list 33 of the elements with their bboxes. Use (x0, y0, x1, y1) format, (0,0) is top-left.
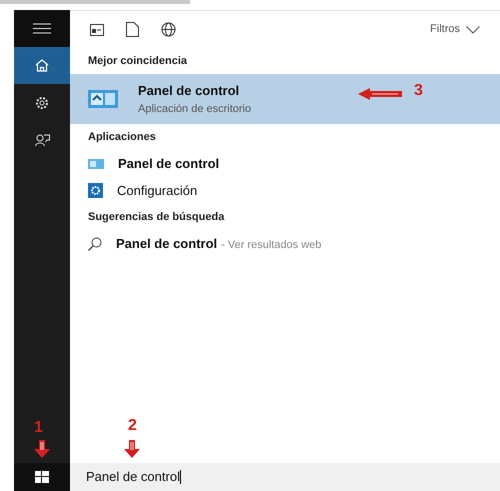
search-field[interactable]: Panel de control (70, 463, 500, 491)
windows-icon (35, 471, 49, 483)
arrow-icon (34, 440, 50, 458)
annotation-number: 2 (128, 418, 137, 434)
document-icon[interactable] (126, 22, 139, 37)
result-title: Configuración (117, 182, 198, 200)
annotation-number: 3 (414, 83, 423, 99)
result-title: Panel de control (118, 154, 220, 173)
settings-icon (35, 96, 49, 110)
control-panel-icon (88, 90, 118, 108)
chevron-down-icon (466, 26, 480, 34)
menu-button[interactable] (14, 10, 70, 47)
settings-icon (88, 183, 103, 198)
result-hint: - Ver resultados web (221, 238, 322, 253)
annotation-number: 1 (34, 420, 43, 436)
result-title: Panel de control (138, 82, 240, 100)
arrow-icon (358, 88, 402, 100)
feedback-icon (34, 132, 50, 146)
apps-icon[interactable] (90, 24, 104, 36)
start-button[interactable] (14, 463, 70, 491)
globe-icon[interactable] (161, 22, 176, 37)
search-icon (88, 236, 102, 250)
section-heading: Sugerencias de búsqueda (87, 210, 226, 225)
control-panel-icon (88, 158, 104, 168)
filters-button[interactable]: Filtros (430, 21, 480, 38)
result-subtitle: Aplicación de escritorio (138, 102, 252, 116)
arrow-icon (124, 440, 140, 458)
section-heading: Mejor coincidencia (87, 54, 188, 69)
home-button[interactable] (14, 47, 70, 84)
result-title: Panel de control (116, 234, 218, 253)
home-icon (35, 59, 49, 72)
menu-icon (33, 23, 51, 34)
section-heading: Aplicaciones (87, 130, 157, 145)
